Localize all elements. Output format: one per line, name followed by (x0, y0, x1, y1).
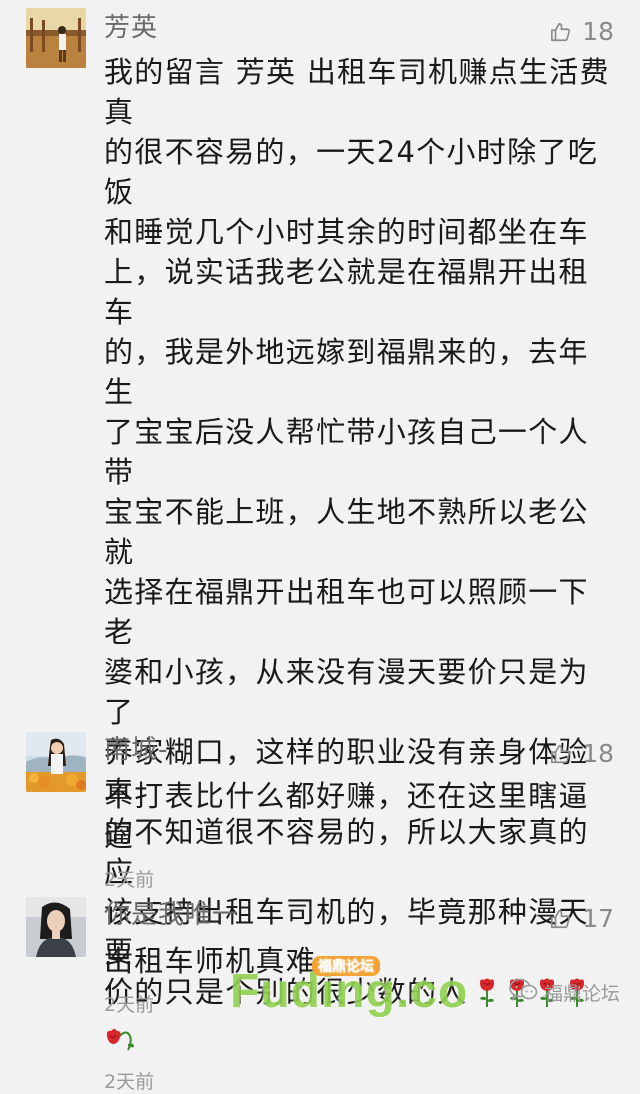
comment-line: 我的留言 芳英 出租车司机赚点生活费真 (104, 55, 610, 129)
commenter-name[interactable]: 你是我唯一 (104, 897, 616, 933)
avatar[interactable] (26, 732, 86, 792)
avatar[interactable] (26, 897, 86, 957)
site-watermark-tag: 福鼎论坛 (312, 956, 380, 976)
comment-line: 的很不容易的，一天24个小时除了吃饭 (104, 135, 599, 209)
like-count: 17 (582, 904, 614, 933)
like-button[interactable]: 18 (550, 736, 614, 772)
commenter-name[interactable]: 芳英 (104, 10, 616, 46)
comment-line: 选择在福鼎开出租车也可以照顾一下老 (104, 575, 589, 649)
thumbs-up-icon (550, 21, 572, 43)
comment-timestamp: 2天前 (104, 869, 155, 891)
wechat-watermark-text: 福鼎论坛 (543, 983, 620, 1005)
comment-line: 宝宝不能上班，人生地不熟所以老公就 (104, 495, 589, 569)
site-watermark: Fuding.co 福鼎论坛 (230, 956, 468, 1016)
wechat-icon (508, 978, 538, 1007)
comment-line: 婆和小孩，从来没有漫天要价只是为了 (104, 655, 589, 729)
comment-line: 上，说实话我老公就是在福鼎开出租车 (104, 255, 589, 329)
comment-line: 的，我是外地远嫁到福鼎来的，去年生 (104, 335, 589, 409)
comment-line: 不打表比什么都好赚，还在这里瞎逼逼 (104, 779, 589, 853)
comment-timestamp: 2天前 (104, 1071, 155, 1093)
like-button[interactable]: 17 (550, 901, 614, 937)
comment-text: 不打表比什么都好赚，还在这里瞎逼逼 (104, 776, 616, 856)
avatar[interactable] (26, 8, 86, 68)
comment-line: 和睡觉几个小时其余的时间都坐在车 (104, 215, 589, 249)
like-count: 18 (582, 17, 614, 46)
commenter-name[interactable]: 南城- (104, 732, 616, 768)
thumbs-up-icon (550, 908, 572, 930)
comment-line (104, 1018, 616, 1058)
wechat-watermark: 福鼎论坛 (508, 978, 620, 1007)
thumbs-up-icon (550, 743, 572, 765)
like-button[interactable]: 18 (550, 14, 614, 50)
comment-item: 18 芳英 我的留言 芳英 出租车司机赚点生活费真 的很不容易的，一天24个小时… (0, 6, 640, 1093)
like-count: 18 (582, 739, 614, 768)
comment-line: 了宝宝后没人帮忙带小孩自己一个人带 (104, 415, 589, 489)
comment-item: 18 南城- 不打表比什么都好赚，还在这里瞎逼逼 2天前 (0, 728, 640, 891)
wilted-rose-icon (104, 1022, 136, 1062)
